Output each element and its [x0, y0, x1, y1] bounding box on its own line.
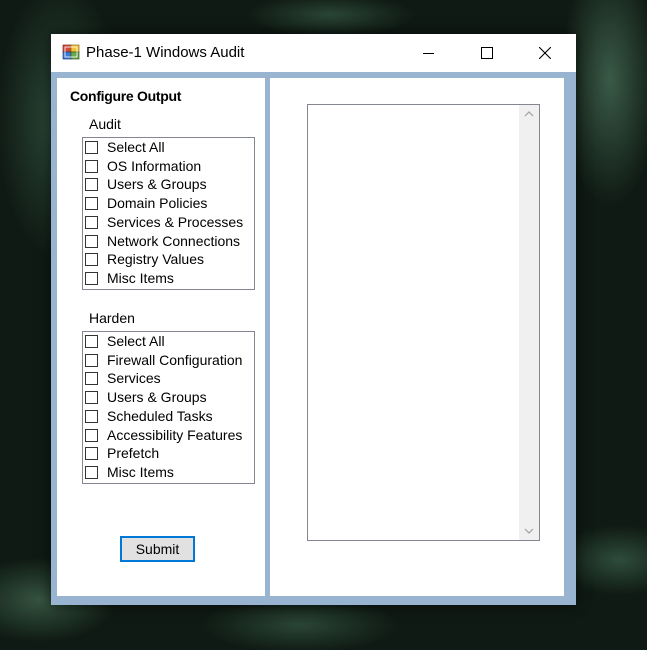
config-heading: Configure Output — [70, 88, 182, 104]
checkbox[interactable] — [85, 272, 98, 285]
close-button[interactable] — [522, 34, 568, 72]
checkbox[interactable] — [85, 160, 98, 173]
checkbox[interactable] — [85, 253, 98, 266]
checkbox[interactable] — [85, 354, 98, 367]
output-textbox[interactable] — [307, 104, 540, 541]
window-title: Phase-1 Windows Audit — [86, 44, 245, 61]
audit-checklist[interactable]: Select All OS Information Users & Groups… — [82, 137, 255, 290]
checkbox[interactable] — [85, 197, 98, 210]
checkbox[interactable] — [85, 410, 98, 423]
minimize-button[interactable] — [406, 34, 452, 72]
harden-label: Harden — [89, 310, 135, 326]
checkbox[interactable] — [85, 372, 98, 385]
config-panel: Configure Output Audit Select All OS Inf… — [57, 78, 265, 596]
scroll-down-icon[interactable] — [524, 528, 534, 534]
maximize-icon — [481, 47, 493, 59]
checkbox[interactable] — [85, 335, 98, 348]
client-area: Configure Output Audit Select All OS Inf… — [51, 72, 576, 605]
maximize-button[interactable] — [464, 34, 510, 72]
harden-checklist[interactable]: Select All Firewall Configuration Servic… — [82, 331, 255, 484]
checkbox[interactable] — [85, 466, 98, 479]
checkbox[interactable] — [85, 447, 98, 460]
vertical-scrollbar[interactable] — [519, 105, 539, 540]
scroll-up-icon[interactable] — [524, 111, 534, 117]
close-icon — [539, 47, 551, 59]
checkbox[interactable] — [85, 429, 98, 442]
submit-button[interactable]: Submit — [120, 536, 195, 562]
checkbox[interactable] — [85, 216, 98, 229]
checkbox[interactable] — [85, 235, 98, 248]
audit-label: Audit — [89, 116, 121, 132]
panel-splitter[interactable] — [265, 78, 269, 596]
minimize-icon — [423, 53, 434, 54]
app-window: Phase-1 Windows Audit Configure Output A… — [51, 34, 576, 605]
output-panel — [270, 78, 564, 596]
checkbox[interactable] — [85, 141, 98, 154]
title-bar[interactable]: Phase-1 Windows Audit — [51, 34, 576, 72]
checkbox[interactable] — [85, 178, 98, 191]
checkbox[interactable] — [85, 391, 98, 404]
app-icon — [62, 43, 80, 61]
